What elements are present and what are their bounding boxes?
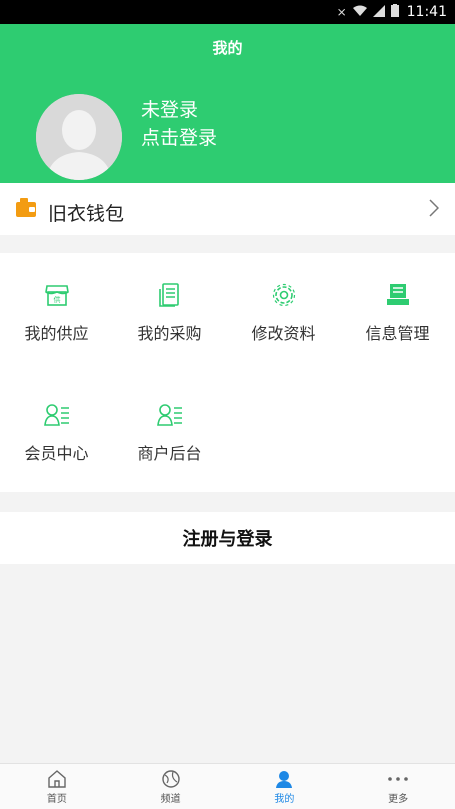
menu-item-purchase[interactable]: 我的采购	[113, 282, 226, 344]
menu-item-supply[interactable]: 供 我的供应	[0, 282, 113, 344]
menu-grid: 供 我的供应 我的采购 修改资料 信息管理 会员中心 商户后台	[0, 253, 455, 492]
tab-channel[interactable]: 频道	[114, 764, 228, 809]
tab-label: 首页	[46, 794, 67, 805]
register-login-button[interactable]: 注册与登录	[0, 512, 455, 564]
page-title: 我的	[212, 39, 243, 57]
menu-item-label: 我的采购	[137, 324, 202, 343]
tab-more[interactable]: 更多	[341, 764, 455, 809]
status-time: 11:41	[406, 4, 447, 20]
login-info[interactable]: 未登录 点击登录	[141, 96, 217, 152]
chevron-right-icon	[429, 199, 440, 221]
menu-item-label: 商户后台	[137, 444, 202, 463]
tab-home[interactable]: 首页	[0, 764, 114, 809]
bottom-tabbar: 首页 频道 我的 更多	[0, 763, 455, 809]
tab-label: 我的	[274, 794, 295, 805]
menu-item-edit-profile[interactable]: 修改资料	[227, 282, 340, 344]
signal-icon	[372, 4, 385, 20]
tab-label: 频道	[160, 794, 181, 805]
more-icon	[388, 777, 408, 781]
menu-item-info-manage[interactable]: 信息管理	[341, 282, 454, 344]
default-avatar-icon	[36, 94, 122, 180]
gear-icon	[272, 283, 295, 307]
menu-item-label: 我的供应	[24, 324, 89, 343]
tab-mine[interactable]: 我的	[228, 764, 342, 809]
menu-item-label: 信息管理	[365, 324, 430, 343]
member-icon	[43, 404, 69, 426]
home-icon	[48, 770, 66, 788]
avatar[interactable]	[36, 94, 122, 180]
menu-item-label: 修改资料	[251, 324, 316, 343]
wallet-row[interactable]: 旧衣钱包	[0, 183, 455, 235]
mute-icon: ⨯	[336, 5, 347, 19]
wallet-label: 旧衣钱包	[48, 203, 125, 225]
tab-label: 更多	[388, 794, 409, 805]
wifi-icon	[352, 5, 367, 20]
profile-header: 我的 未登录 点击登录	[0, 24, 455, 183]
info-manage-icon	[386, 284, 409, 305]
person-icon	[276, 771, 293, 788]
menu-item-merchant-backend[interactable]: 商户后台	[113, 402, 226, 464]
supply-icon: 供	[44, 285, 69, 306]
battery-icon	[390, 4, 399, 20]
svg-text:供: 供	[53, 295, 60, 304]
login-status: 未登录	[141, 99, 199, 121]
status-bar: ⨯ 11:41	[0, 0, 455, 24]
menu-item-member-center[interactable]: 会员中心	[0, 402, 113, 464]
merchant-icon	[156, 404, 182, 426]
globe-icon	[161, 770, 180, 788]
purchase-icon	[158, 283, 179, 307]
login-link[interactable]: 点击登录	[141, 124, 217, 152]
menu-item-label: 会员中心	[24, 444, 89, 463]
wallet-icon	[16, 197, 36, 219]
